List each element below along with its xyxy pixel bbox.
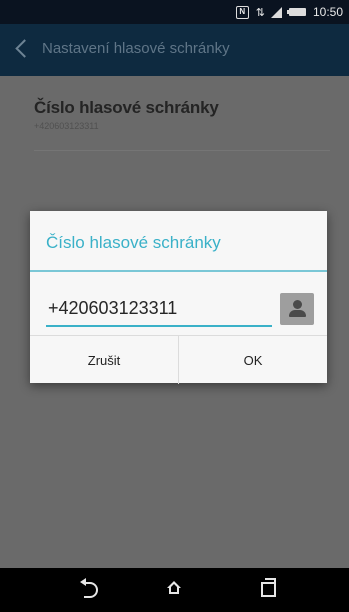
home-icon[interactable] [167, 581, 181, 594]
navigation-bar [0, 568, 349, 612]
signal-icon [270, 6, 282, 18]
status-bar: N ⇅ 10:50 [0, 0, 349, 24]
status-icons: N ⇅ 10:50 [235, 3, 343, 21]
voicemail-number-dialog: Číslo hlasové schránky Zrušit OK [30, 211, 327, 384]
clock: 10:50 [312, 5, 343, 19]
title-divider [30, 270, 327, 272]
number-field-container [46, 295, 272, 327]
dialog-title: Číslo hlasové schránky [46, 233, 221, 252]
dialog-buttons: Zrušit OK [30, 335, 327, 384]
ok-button[interactable]: OK [179, 336, 327, 384]
voicemail-number-input[interactable] [46, 295, 268, 321]
recent-apps-icon[interactable] [261, 578, 276, 597]
antenna-icon: ⇅ [255, 6, 265, 19]
contact-picker-button[interactable] [280, 293, 314, 325]
chevron-left-icon[interactable] [15, 39, 34, 58]
nfc-icon: N [235, 5, 249, 19]
cancel-button[interactable]: Zrušit [30, 336, 178, 384]
back-icon[interactable] [80, 578, 98, 598]
battery-icon [286, 8, 306, 16]
page-title: Nastavení hlasové schránky [42, 40, 230, 57]
action-bar: Nastavení hlasové schránky [0, 24, 349, 76]
